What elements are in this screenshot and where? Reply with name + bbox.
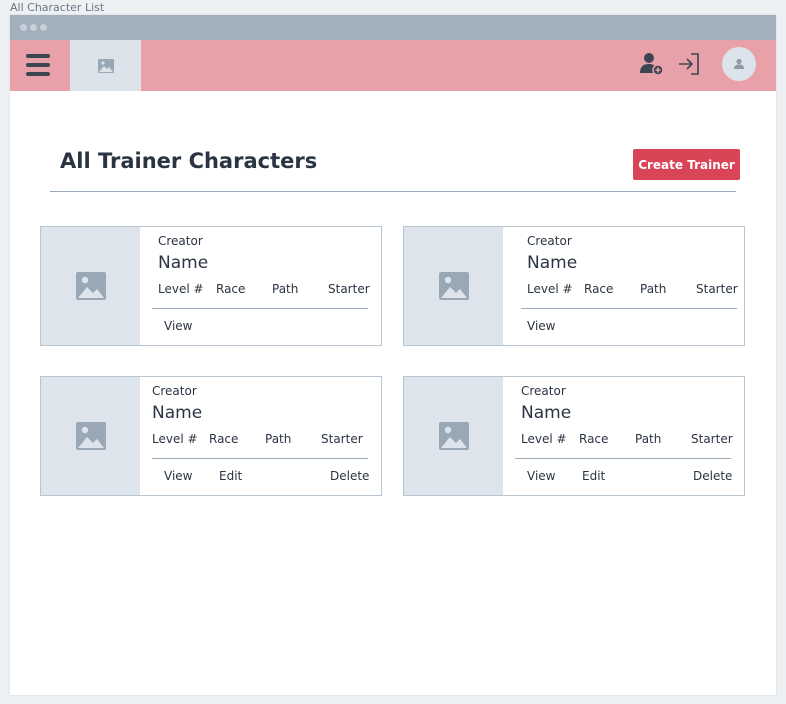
card-creator: Creator (527, 234, 572, 248)
page-label: All Character List (10, 1, 105, 14)
card-stats: Level # Race Path Starter (521, 282, 738, 309)
card-level: Level # (152, 432, 198, 446)
card-starter: Starter (696, 282, 738, 296)
card-stats: Level # Race Path Starter (152, 282, 370, 309)
view-link[interactable]: View (164, 469, 192, 483)
page-title: All Trainer Characters (60, 149, 318, 173)
card-stats: Level # Race Path Starter (515, 432, 733, 459)
card-starter: Starter (691, 432, 733, 446)
card-level: Level # (527, 282, 573, 296)
delete-link[interactable]: Delete (693, 469, 732, 483)
add-user-icon[interactable] (638, 51, 664, 77)
card-name: Name (521, 403, 572, 423)
card-path: Path (272, 282, 299, 296)
image-placeholder-icon (438, 422, 469, 450)
card-creator: Creator (158, 234, 203, 248)
image-placeholder-icon (97, 58, 114, 73)
card-creator: Creator (152, 384, 197, 398)
window-dot (40, 24, 47, 31)
character-image (404, 227, 503, 345)
character-card: Creator Name Level # Race Path Starter V… (403, 376, 745, 496)
character-card: Creator Name Level # Race Path Starter V… (40, 226, 382, 346)
window-dot (20, 24, 27, 31)
card-level: Level # (521, 432, 567, 446)
card-path: Path (640, 282, 667, 296)
window-dot (30, 24, 37, 31)
delete-link[interactable]: Delete (330, 469, 369, 483)
card-race: Race (584, 282, 614, 296)
character-image (41, 377, 140, 495)
logo-tab[interactable] (70, 40, 141, 91)
edit-link[interactable]: Edit (582, 469, 605, 483)
card-race: Race (216, 282, 246, 296)
edit-link[interactable]: Edit (219, 469, 242, 483)
image-placeholder-icon (438, 272, 469, 300)
card-starter: Starter (328, 282, 370, 296)
character-image (404, 377, 503, 495)
card-name: Name (158, 253, 209, 273)
hamburger-menu-icon[interactable] (26, 53, 50, 77)
card-creator: Creator (521, 384, 566, 398)
user-avatar-icon[interactable] (722, 47, 756, 81)
card-level: Level # (158, 282, 204, 296)
image-placeholder-icon (75, 422, 106, 450)
card-race: Race (209, 432, 239, 446)
character-card: Creator Name Level # Race Path Starter V… (40, 376, 382, 496)
page-header: All Trainer Characters Create Trainer (50, 149, 740, 192)
view-link[interactable]: View (527, 319, 555, 333)
card-starter: Starter (321, 432, 363, 446)
view-link[interactable]: View (164, 319, 192, 333)
card-name: Name (527, 253, 578, 273)
card-race: Race (579, 432, 609, 446)
create-trainer-button[interactable]: Create Trainer (633, 149, 740, 180)
card-path: Path (265, 432, 292, 446)
window-titlebar (10, 15, 776, 40)
image-placeholder-icon (75, 272, 106, 300)
view-link[interactable]: View (527, 469, 555, 483)
character-card: Creator Name Level # Race Path Starter V… (403, 226, 745, 346)
login-icon[interactable] (676, 51, 702, 77)
navbar (10, 40, 776, 91)
card-name: Name (152, 403, 203, 423)
card-path: Path (635, 432, 662, 446)
character-image (41, 227, 140, 345)
app-window: All Trainer Characters Create Trainer Cr… (10, 15, 776, 695)
card-stats: Level # Race Path Starter (152, 432, 368, 459)
